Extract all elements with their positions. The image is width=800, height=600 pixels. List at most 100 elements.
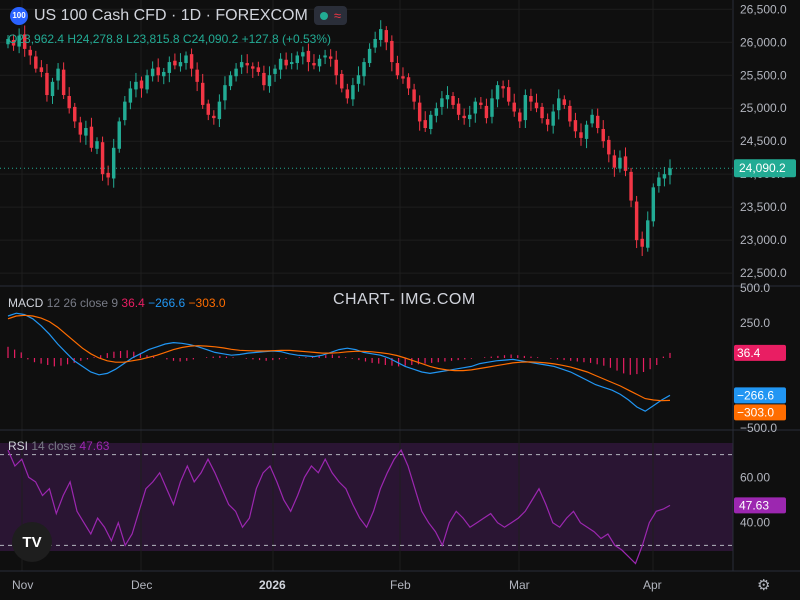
candle-body — [373, 38, 377, 48]
candle-body — [212, 115, 216, 119]
candle-body — [401, 76, 405, 79]
candle-body — [518, 112, 522, 122]
candle-body — [95, 141, 99, 149]
candle-body — [662, 174, 667, 179]
macd-legend-signal-value: −303.0 — [188, 296, 226, 310]
candle-body — [451, 96, 455, 105]
ohlc-o-label: O — [8, 32, 18, 46]
macd-legend-params: 12 26 close 9 — [46, 296, 119, 310]
candle-body — [668, 168, 672, 176]
gear-icon[interactable]: ⚙ — [757, 576, 770, 594]
candle-body — [217, 101, 222, 120]
tradingview-logo[interactable]: TV — [12, 522, 52, 562]
candle-body — [523, 95, 528, 121]
rsi-band-fill — [0, 443, 733, 551]
time-axis-label: Feb — [390, 578, 411, 592]
candle-body — [323, 55, 327, 58]
candle-body — [506, 87, 511, 102]
candle-body — [384, 30, 389, 43]
chart-title[interactable]: US 100 Cash CFD · 1D · FOREXCOM — [34, 7, 308, 25]
last-price-label: 24,090.2 — [739, 161, 786, 175]
candle-body — [356, 75, 361, 84]
candle-body — [145, 75, 149, 90]
candle-body — [640, 238, 644, 247]
candle-body — [267, 75, 272, 87]
price-tick-label: 23,000.0 — [740, 233, 787, 247]
candle-body — [367, 48, 372, 64]
macd-tick-label: −500.0 — [740, 421, 777, 435]
candle-body — [534, 102, 539, 109]
candle-body — [84, 128, 88, 136]
candle-body — [156, 67, 160, 76]
macd-tick-label: 500.0 — [740, 281, 770, 295]
candle-body — [251, 66, 255, 69]
candle-body — [562, 99, 567, 105]
candle-body — [50, 81, 55, 97]
price-tick-label: 23,500.0 — [740, 200, 787, 214]
candle-body — [340, 73, 344, 89]
candle-body — [228, 75, 233, 87]
price-tick-label: 26,500.0 — [740, 2, 787, 16]
candle-body — [28, 49, 32, 56]
candle-body — [200, 82, 205, 105]
candle-body — [167, 62, 172, 73]
candle-body — [406, 77, 411, 89]
candle-body — [579, 132, 583, 138]
candle-body — [545, 119, 550, 125]
candle-body — [128, 88, 133, 103]
candle-body — [618, 157, 622, 169]
price-tick-label: 26,000.0 — [740, 35, 787, 49]
candle-body — [56, 68, 60, 81]
rsi-tick-label: 60.00 — [740, 470, 770, 484]
rsi-legend-name: RSI — [8, 439, 29, 453]
macd-legend-macd-value: −266.6 — [148, 296, 186, 310]
candle-body — [584, 124, 589, 139]
rsi-legend-params: 14 close — [31, 439, 77, 453]
macd-legend-name: MACD — [8, 296, 44, 310]
candle-body — [390, 40, 394, 63]
candle-body — [634, 201, 639, 241]
candle-body — [362, 62, 366, 77]
candle-body — [646, 220, 650, 248]
ohlc-h-label: H — [67, 32, 77, 46]
candle-body — [529, 96, 533, 102]
price-tick-label: 25,000.0 — [740, 101, 787, 115]
candle-body — [429, 114, 433, 130]
candle-body — [501, 86, 505, 89]
macd-tick-label: 250.0 — [740, 316, 770, 330]
status-pill[interactable]: ≈ — [313, 6, 347, 25]
rsi-tick-label: 40.00 — [740, 516, 770, 530]
time-axis-label: Apr — [643, 578, 662, 592]
candle-body — [312, 63, 316, 66]
macd-legend-hist-value: 36.4 — [121, 296, 145, 310]
candle-body — [317, 58, 322, 67]
candle-body — [273, 68, 277, 74]
candle-body — [134, 81, 138, 90]
ohlc-c-value: 24,090.2 — [191, 32, 239, 46]
candle-body — [651, 187, 656, 222]
symbol-badge[interactable]: 100 — [10, 6, 28, 25]
candle-body — [34, 56, 38, 69]
candle-body — [162, 71, 166, 77]
candle-body — [568, 105, 572, 122]
ohlc-o-value: 23,962.4 — [17, 32, 65, 46]
candle-body — [184, 55, 188, 64]
candle-body — [223, 85, 227, 101]
candle-body — [490, 98, 494, 117]
watermark: CHART- IMG.COM — [333, 291, 476, 308]
candle-body — [440, 98, 444, 107]
candle-body — [334, 59, 338, 76]
candle-body — [150, 68, 155, 77]
candle-body — [607, 139, 611, 155]
candle-body — [289, 62, 294, 65]
candle-body — [601, 129, 605, 142]
ohlc-l-label: L — [126, 32, 133, 46]
candle-body — [473, 101, 478, 114]
candle-body — [484, 105, 489, 119]
candle-body — [239, 62, 244, 68]
rsi-legend[interactable]: RSI 14 close 47.63 — [8, 439, 109, 453]
candle-body — [195, 69, 199, 82]
candle-body — [67, 96, 71, 109]
candle-body — [557, 98, 561, 111]
macd-legend[interactable]: MACD 12 26 close 9 36.4 −266.6 −303.0 — [8, 296, 226, 310]
